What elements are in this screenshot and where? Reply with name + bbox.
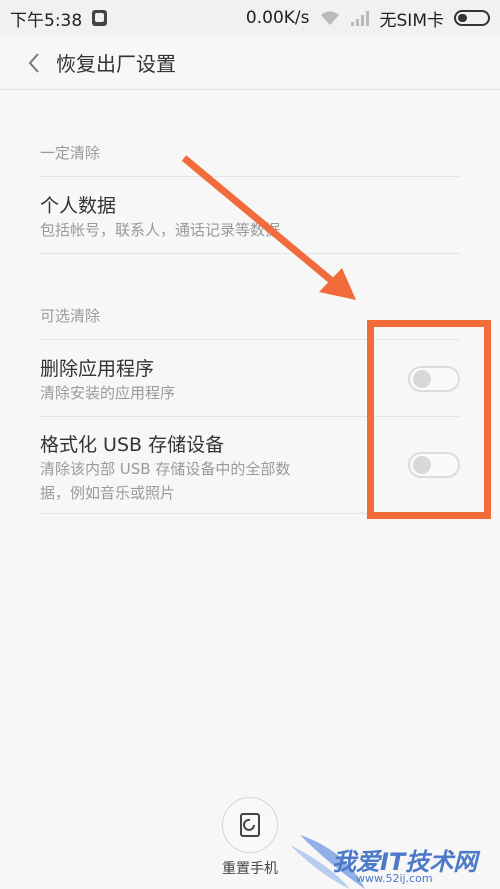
reset-phone-icon (240, 813, 260, 837)
annotation-highlight-box (367, 320, 491, 519)
reset-phone-label: 重置手机 (222, 861, 278, 877)
reset-phone-button[interactable] (222, 797, 278, 853)
watermark-url: www.52ij.com (356, 872, 433, 885)
